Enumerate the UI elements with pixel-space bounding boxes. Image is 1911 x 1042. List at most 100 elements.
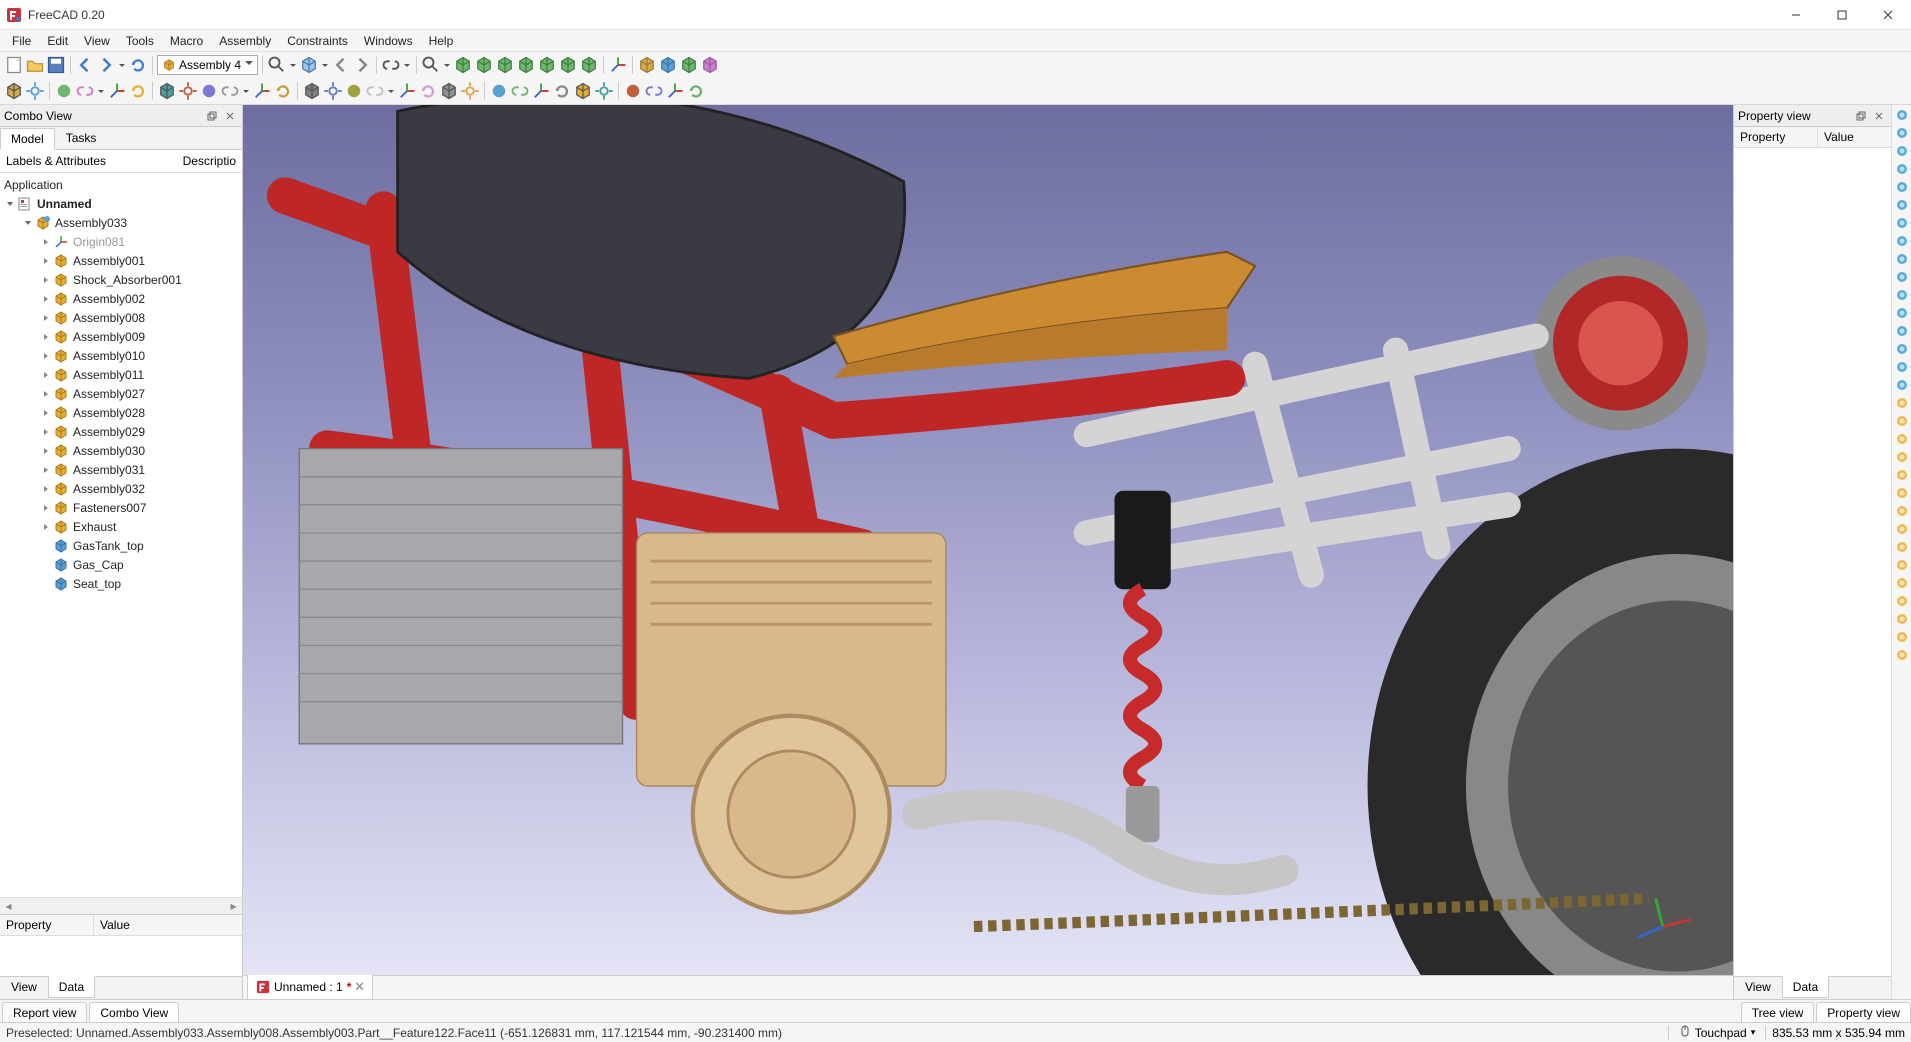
tree-item[interactable]: Assembly028 — [0, 403, 242, 422]
tool-11-button[interactable] — [273, 81, 293, 101]
tool-17-button[interactable] — [418, 81, 438, 101]
workbench-selector[interactable]: Assembly 4 — [157, 55, 258, 75]
fit-all-button[interactable] — [267, 55, 287, 75]
strip-tool-10-icon[interactable] — [1894, 287, 1910, 303]
save-file-button[interactable] — [46, 55, 66, 75]
tab-model[interactable]: Model — [0, 128, 55, 150]
strip-tool-27-icon[interactable] — [1894, 593, 1910, 609]
tool-13-button[interactable] — [323, 81, 343, 101]
strip-tool-26-icon[interactable] — [1894, 575, 1910, 591]
tool-8-button[interactable] — [199, 81, 219, 101]
tree-root[interactable]: Application — [0, 175, 242, 194]
chevron-right-icon[interactable] — [40, 293, 52, 305]
chevron-right-icon[interactable] — [40, 407, 52, 419]
tree-item[interactable]: Assembly032 — [0, 479, 242, 498]
close-panel-icon[interactable] — [1871, 108, 1887, 124]
chevron-right-icon[interactable] — [40, 331, 52, 343]
part-cone-button[interactable] — [700, 55, 720, 75]
toolbar-dropdown-icon[interactable] — [117, 55, 127, 75]
axo-button[interactable] — [299, 55, 319, 75]
tree-item[interactable]: Fasteners007 — [0, 498, 242, 517]
new-file-button[interactable] — [4, 55, 24, 75]
strip-tool-21-icon[interactable] — [1894, 485, 1910, 501]
menu-tools[interactable]: Tools — [118, 32, 162, 50]
nav-back-button[interactable] — [331, 55, 351, 75]
menu-help[interactable]: Help — [421, 32, 462, 50]
chevron-right-icon[interactable] — [40, 388, 52, 400]
strip-tool-22-icon[interactable] — [1894, 503, 1910, 519]
tree-item[interactable]: Assembly031 — [0, 460, 242, 479]
menu-constraints[interactable]: Constraints — [279, 32, 356, 50]
tool-26-button[interactable] — [623, 81, 643, 101]
left-button[interactable] — [579, 55, 599, 75]
strip-tool-4-icon[interactable] — [1894, 179, 1910, 195]
strip-tool-3-icon[interactable] — [1894, 161, 1910, 177]
strip-tool-0-icon[interactable] — [1894, 107, 1910, 123]
right-button[interactable] — [516, 55, 536, 75]
tool-6-button[interactable] — [157, 81, 177, 101]
chevron-right-icon[interactable] — [40, 312, 52, 324]
undock-icon[interactable] — [204, 108, 220, 124]
model-tree[interactable]: Application UnnamedAssembly033Origin081A… — [0, 173, 242, 897]
chevron-right-icon[interactable] — [40, 274, 52, 286]
footer-tab-tree-view[interactable]: Tree view — [1741, 1002, 1815, 1023]
zoom-box-button[interactable] — [421, 55, 441, 75]
tool-20-button[interactable] — [489, 81, 509, 101]
undo-button[interactable] — [75, 55, 95, 75]
chevron-right-icon[interactable] — [40, 255, 52, 267]
menu-assembly[interactable]: Assembly — [211, 32, 279, 50]
chevron-right-icon[interactable] — [40, 445, 52, 457]
tool-16-button[interactable] — [397, 81, 417, 101]
strip-tool-29-icon[interactable] — [1894, 629, 1910, 645]
footer-tab-combo-view[interactable]: Combo View — [89, 1002, 179, 1023]
link-ext-button[interactable] — [381, 55, 401, 75]
menu-windows[interactable]: Windows — [356, 32, 421, 50]
toolbar-dropdown-icon[interactable] — [442, 55, 452, 75]
top-button[interactable] — [495, 55, 515, 75]
tree-item[interactable]: Assembly027 — [0, 384, 242, 403]
tree-header-description[interactable]: Descriptio — [183, 154, 236, 168]
menu-macro[interactable]: Macro — [162, 32, 211, 50]
open-file-button[interactable] — [25, 55, 45, 75]
strip-tool-19-icon[interactable] — [1894, 449, 1910, 465]
toolbar-dropdown-icon[interactable] — [386, 81, 396, 101]
tree-item[interactable]: Assembly029 — [0, 422, 242, 441]
scroll-track[interactable] — [17, 898, 225, 914]
tree-item[interactable]: Assembly030 — [0, 441, 242, 460]
chevron-right-icon[interactable] — [40, 521, 52, 533]
tool-9-button[interactable] — [220, 81, 240, 101]
maximize-button[interactable] — [1819, 0, 1865, 30]
tool-18-button[interactable] — [439, 81, 459, 101]
tool-1-button[interactable] — [25, 81, 45, 101]
tool-7-button[interactable] — [178, 81, 198, 101]
nav-fwd-button[interactable] — [352, 55, 372, 75]
chevron-down-icon[interactable] — [4, 198, 16, 210]
scroll-right-icon[interactable]: ▸ — [225, 898, 242, 914]
tool-2-button[interactable] — [54, 81, 74, 101]
strip-tool-8-icon[interactable] — [1894, 251, 1910, 267]
minimize-button[interactable] — [1773, 0, 1819, 30]
tool-21-button[interactable] — [510, 81, 530, 101]
strip-tool-30-icon[interactable] — [1894, 647, 1910, 663]
tree-item[interactable]: Assembly009 — [0, 327, 242, 346]
chevron-right-icon[interactable] — [40, 502, 52, 514]
strip-tool-25-icon[interactable] — [1894, 557, 1910, 573]
tool-25-button[interactable] — [594, 81, 614, 101]
strip-tool-2-icon[interactable] — [1894, 143, 1910, 159]
tool-29-button[interactable] — [686, 81, 706, 101]
footer-tab-property-view[interactable]: Property view — [1816, 1002, 1911, 1023]
menu-view[interactable]: View — [76, 32, 118, 50]
redo-button[interactable] — [96, 55, 116, 75]
toolbar-dropdown-icon[interactable] — [402, 55, 412, 75]
tool-15-button[interactable] — [365, 81, 385, 101]
tab-data[interactable]: Data — [1782, 976, 1829, 998]
tree-item[interactable]: Exhaust — [0, 517, 242, 536]
chevron-right-icon[interactable] — [40, 369, 52, 381]
tree-item[interactable]: Assembly033 — [0, 213, 242, 232]
tool-22-button[interactable] — [531, 81, 551, 101]
chevron-down-icon[interactable] — [22, 217, 34, 229]
tool-4-button[interactable] — [107, 81, 127, 101]
strip-tool-17-icon[interactable] — [1894, 413, 1910, 429]
tree-item[interactable]: Shock_Absorber001 — [0, 270, 242, 289]
tree-item[interactable]: Origin081 — [0, 232, 242, 251]
